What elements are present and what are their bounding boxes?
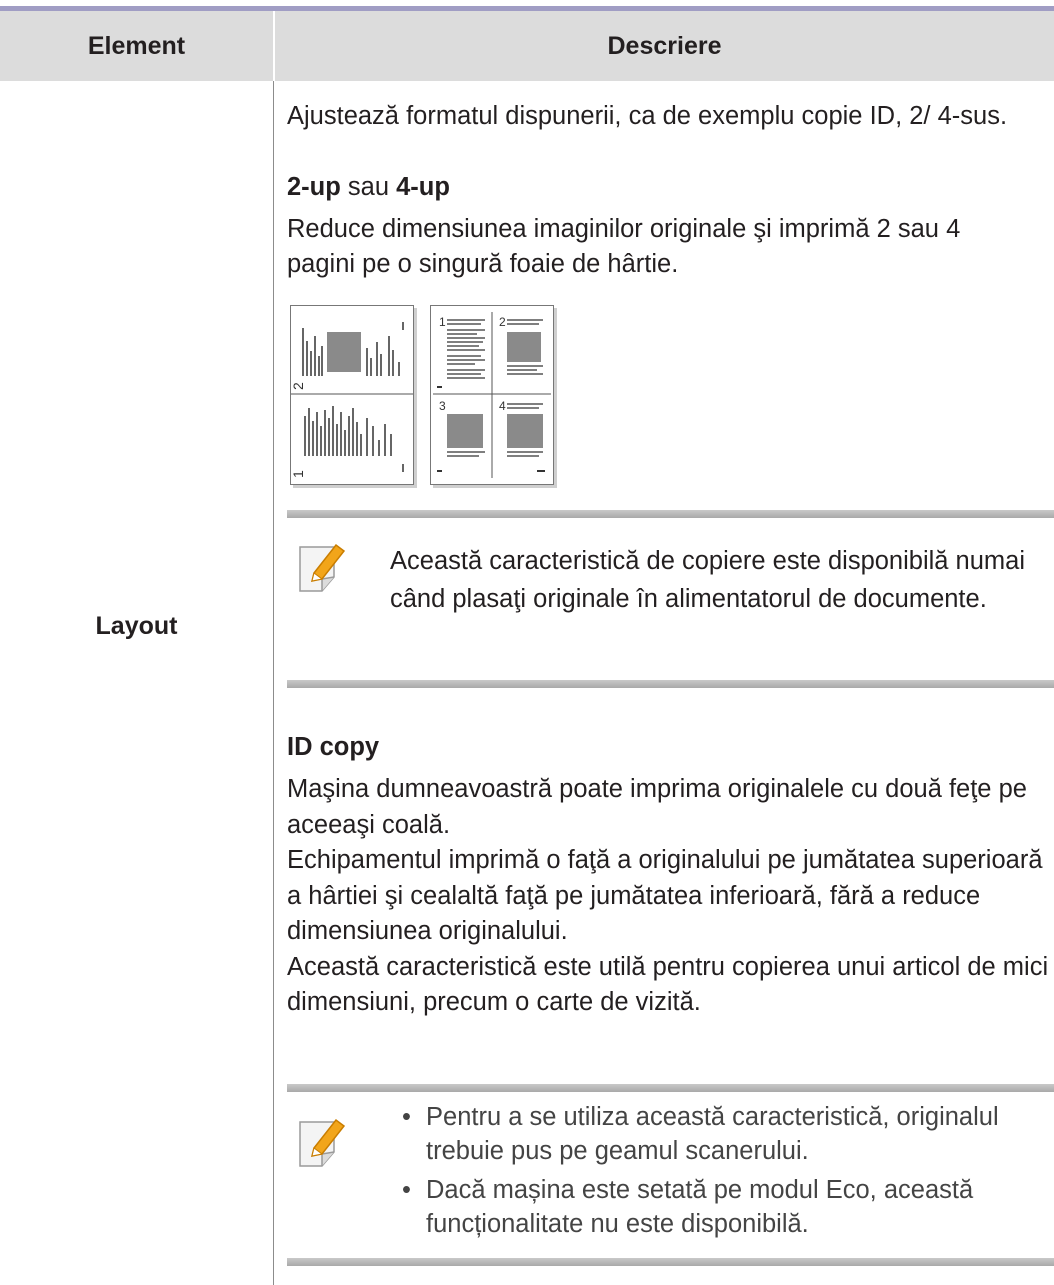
intro-text: Ajustează formatul dispunerii, ca de exe… (287, 102, 1008, 130)
row-label-layout: Layout (95, 612, 178, 640)
two-up-illustration: 2 1 (290, 322, 413, 478)
note2-bullet-2-text: Dacă mașina este setată pe modul Eco, ac… (426, 1176, 974, 1238)
note2-bottom-bar (287, 1258, 1054, 1266)
note-bottom-bar (287, 680, 1054, 688)
two-up-heading: 2-up sau 4-up (287, 170, 450, 205)
figure-number-2: 2 (291, 382, 306, 390)
header-element: Element (87, 31, 186, 60)
note-pencil-icon (296, 537, 352, 600)
figure-number-1: 1 (439, 315, 446, 329)
figure-number-3: 3 (439, 399, 446, 413)
note-adf-only: Această caracteristică de copiere este d… (390, 547, 1026, 613)
note-pencil-icon (296, 1112, 352, 1175)
figure-number-1: 1 (291, 470, 306, 478)
id-copy-heading: ID copy (287, 733, 380, 761)
figure-number-4: 4 (499, 399, 506, 413)
table-header: Element Descriere (0, 11, 1054, 81)
two-up-description: Reduce dimensiunea imaginilor originale … (287, 215, 961, 278)
two-up-figure: 2 1 (290, 305, 414, 485)
note-top-bar (287, 510, 1054, 518)
header-description: Descriere (607, 31, 722, 60)
bullet-dot: • (402, 1176, 411, 1204)
four-up-figure: 1 2 3 4 (430, 305, 554, 485)
two-up-option: 2-up (287, 173, 341, 201)
id-copy-description: Maşina dumneavoastră poate imprima origi… (287, 775, 1049, 1016)
note2-top-bar (287, 1084, 1054, 1092)
figure-number-2: 2 (499, 315, 506, 329)
two-up-joiner: sau (340, 173, 397, 201)
note2-bullet-1-text: Pentru a se utiliza această caracteristi… (426, 1103, 999, 1165)
column-separator (273, 81, 274, 1285)
four-up-option: 4-up (396, 173, 450, 201)
four-up-illustration: 1 2 3 4 (433, 312, 551, 478)
bullet-dot: • (402, 1103, 411, 1131)
